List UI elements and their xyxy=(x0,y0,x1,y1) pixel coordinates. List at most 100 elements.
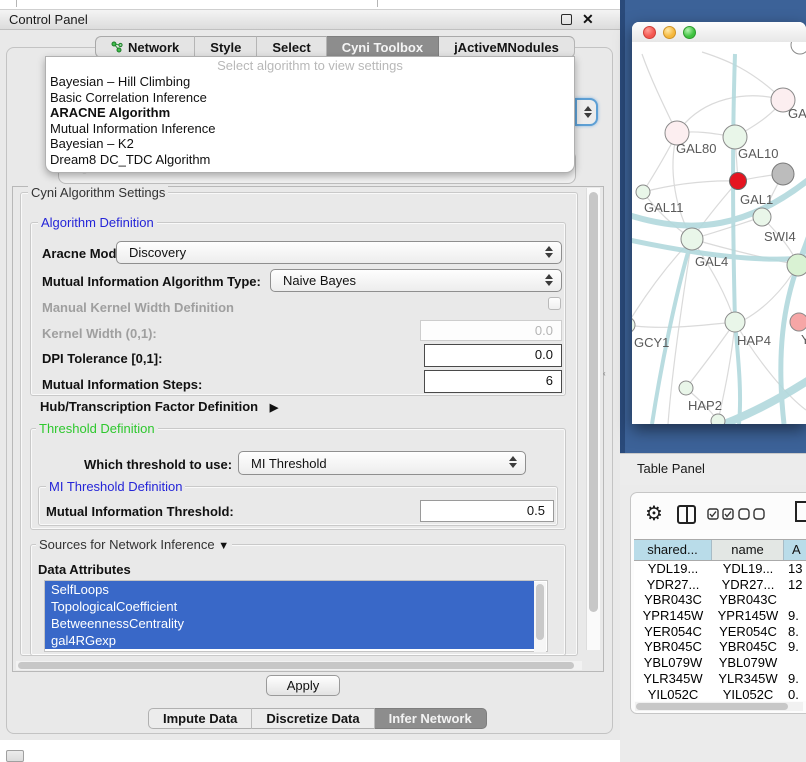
algorithm-option[interactable]: Dream8 DC_TDC Algorithm xyxy=(46,152,574,168)
node-label: GAL4 xyxy=(695,254,728,269)
collapsed-panel-button[interactable] xyxy=(6,750,24,762)
column-layout-icon[interactable] xyxy=(677,505,696,524)
close-icon[interactable]: ✕ xyxy=(582,9,594,30)
node-gal11[interactable] xyxy=(636,185,650,199)
window-tab-edge xyxy=(16,0,17,7)
algorithm-option-selected[interactable]: ARACNE Algorithm xyxy=(46,105,574,121)
node-label: GAL xyxy=(788,106,806,121)
settings-horizontal-scrollbar[interactable] xyxy=(16,661,582,670)
table-row[interactable]: YER054C YER054C 8. xyxy=(634,624,806,640)
minimize-button[interactable] xyxy=(663,26,676,39)
tab-network[interactable]: Network xyxy=(95,36,195,58)
node-gal4[interactable] xyxy=(681,228,703,250)
table-row[interactable]: YLR345W YLR345W 9. xyxy=(634,671,806,687)
page-icon[interactable] xyxy=(795,501,806,522)
network-icon xyxy=(111,41,123,53)
table-row[interactable]: YBR045C YBR045C 9. xyxy=(634,639,806,655)
algorithm-prompt: Select algorithm to view settings xyxy=(46,57,574,74)
node-unlabeled[interactable] xyxy=(791,42,806,54)
which-threshold-combo[interactable]: MI Threshold xyxy=(238,451,526,475)
table-row[interactable]: YBL079W YBL079W xyxy=(634,655,806,671)
node-hap4[interactable] xyxy=(725,312,745,332)
tab-label: Infer Network xyxy=(389,711,472,726)
network-view-window[interactable]: GAL GAL80 GAL10 GAL1 GAL11 GAL4 SWI4 GCY… xyxy=(632,22,806,424)
attribute-item-selected[interactable]: TopologicalCoefficient xyxy=(45,598,534,615)
settings-vertical-scrollbar[interactable] xyxy=(586,188,600,650)
node-hap2[interactable] xyxy=(679,381,693,395)
tab-select[interactable]: Select xyxy=(257,36,326,58)
mi-steps-field[interactable]: 6 xyxy=(424,370,562,393)
manual-kernel-width-checkbox[interactable] xyxy=(548,297,561,310)
float-window-icon[interactable] xyxy=(561,14,572,25)
node-label: GAL1 xyxy=(740,192,773,207)
table-row[interactable]: YIL052C YIL052C 0. xyxy=(634,687,806,702)
cell: YLR345W xyxy=(712,671,784,687)
apply-button[interactable]: Apply xyxy=(266,675,340,696)
mi-threshold-field[interactable]: 0.5 xyxy=(420,500,554,522)
algorithm-option[interactable]: Mutual Information Inference xyxy=(46,121,574,137)
tab-style[interactable]: Style xyxy=(195,36,257,58)
tab-discretize-data[interactable]: Discretize Data xyxy=(252,708,374,729)
network-window-titlebar[interactable] xyxy=(632,22,806,42)
hub-definition-expander[interactable]: Hub/Transcription Factor Definition ▶ xyxy=(40,399,278,414)
algorithm-option[interactable]: Bayesian – K2 xyxy=(46,136,574,152)
node-gray[interactable] xyxy=(772,163,794,185)
close-button[interactable] xyxy=(643,26,656,39)
column-header-shared-name[interactable]: shared... xyxy=(634,540,712,560)
mi-steps-label: Mutual Information Steps: xyxy=(42,377,202,392)
column-header-name[interactable]: name xyxy=(712,540,784,560)
mi-algorithm-type-combo[interactable]: Naive Bayes xyxy=(270,269,562,292)
attribute-item-selected[interactable]: BetweennessCentrality xyxy=(45,615,534,632)
table-header-row: shared... name A xyxy=(634,539,806,561)
control-panel-tabbar: Network Style Select Cyni Toolbox jActiv… xyxy=(95,36,575,58)
node-unlabeled[interactable] xyxy=(711,414,725,424)
attribute-item-selected[interactable]: SelfLoops xyxy=(45,581,534,598)
splitter-handle[interactable]: ‹ xyxy=(603,369,610,378)
table-row[interactable]: YDR27... YDR27... 12 xyxy=(634,577,806,593)
node-swi4[interactable] xyxy=(787,254,806,276)
zoom-button[interactable] xyxy=(683,26,696,39)
table-row[interactable]: YDL19... YDL19... 13 xyxy=(634,561,806,577)
deselect-checkboxes-icon[interactable] xyxy=(738,508,765,520)
tab-cyni-toolbox[interactable]: Cyni Toolbox xyxy=(327,36,439,58)
unchecked-box-icon xyxy=(753,508,765,520)
node-selected-red[interactable] xyxy=(730,173,747,190)
kernel-width-field[interactable]: 0.0 xyxy=(420,320,562,341)
window-tab-edge xyxy=(377,0,378,7)
cell: YBR043C xyxy=(634,592,712,608)
node-gal1[interactable] xyxy=(753,208,771,226)
table-row[interactable]: YBR043C YBR043C xyxy=(634,592,806,608)
algorithm-dropdown-popup: Select algorithm to view settings Bayesi… xyxy=(45,56,575,173)
aracne-mode-value: Discovery xyxy=(129,245,186,260)
mi-threshold-label: Mutual Information Threshold: xyxy=(46,504,234,519)
cell: YLR345W xyxy=(634,671,712,687)
sources-title[interactable]: Sources for Network Inference ▼ xyxy=(36,538,232,553)
tab-infer-network[interactable]: Infer Network xyxy=(375,708,487,729)
algorithm-option[interactable]: Bayesian – Hill Climbing xyxy=(46,74,574,90)
control-panel-title: Control Panel xyxy=(9,10,88,29)
cell: YBR045C xyxy=(712,639,784,655)
cell: YIL052C xyxy=(712,687,784,702)
node-gcy1[interactable] xyxy=(632,317,635,333)
column-header-clipped[interactable]: A xyxy=(784,540,806,560)
algorithm-option[interactable]: Basic Correlation Inference xyxy=(46,90,574,106)
node-label: GCY1 xyxy=(634,335,669,350)
table-row[interactable]: YPR145W YPR145W 9. xyxy=(634,608,806,624)
algorithm-combo-focused-edge[interactable] xyxy=(575,98,598,126)
network-canvas[interactable]: GAL GAL80 GAL10 GAL1 GAL11 GAL4 SWI4 GCY… xyxy=(632,42,806,424)
cyni-bottom-tabbar: Impute Data Discretize Data Infer Networ… xyxy=(148,708,487,729)
cell: YBR043C xyxy=(712,592,784,608)
tab-impute-data[interactable]: Impute Data xyxy=(148,708,252,729)
aracne-mode-combo[interactable]: Discovery xyxy=(116,241,562,264)
attribute-list-scrollbar[interactable] xyxy=(534,582,546,652)
table-horizontal-scrollbar[interactable] xyxy=(635,702,803,711)
table-settings-gear-icon[interactable]: ⚙ xyxy=(645,502,663,526)
table-panel-titlebar: Table Panel xyxy=(620,453,806,485)
attribute-item-selected[interactable]: gal4RGexp xyxy=(45,632,534,649)
node-y[interactable] xyxy=(790,313,806,331)
sources-title-label: Sources for Network Inference xyxy=(39,537,215,552)
network-graph: GAL GAL80 GAL10 GAL1 GAL11 GAL4 SWI4 GCY… xyxy=(632,42,806,424)
dpi-tolerance-field[interactable]: 0.0 xyxy=(424,344,562,367)
tab-jactivemnodules[interactable]: jActiveMNodules xyxy=(439,36,575,58)
select-all-checkboxes-icon[interactable] xyxy=(707,508,734,520)
